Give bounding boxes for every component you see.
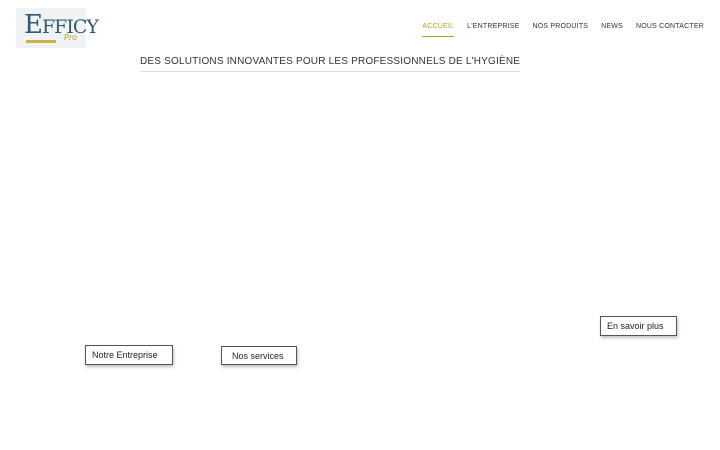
logo-bar [26, 40, 56, 43]
main-nav: ACCUEIL L'ENTREPRISE NOS PRODUITS NEWS N… [422, 23, 704, 37]
logo-sub: Pro [64, 33, 78, 42]
page-tagline: DES SOLUTIONS INNOVANTES POUR LES PROFES… [140, 56, 521, 72]
page: EFFICY Pro ACCUEIL L'ENTREPRISE NOS PROD… [0, 0, 720, 450]
nos-services-label: Nos services [232, 350, 284, 361]
nav-item-contact[interactable]: NOUS CONTACTER [636, 23, 704, 37]
nav-item-produits[interactable]: NOS PRODUITS [532, 23, 588, 37]
nav-item-news[interactable]: NEWS [601, 23, 623, 37]
en-savoir-plus-button[interactable]: En savoir plus [600, 316, 677, 336]
logo[interactable]: EFFICY Pro [16, 8, 99, 48]
logo-letter-e: E [24, 10, 43, 40]
notre-entreprise-label: Notre Entreprise [92, 350, 158, 360]
notre-entreprise-button[interactable]: Notre Entreprise [85, 345, 173, 365]
nav-item-entreprise[interactable]: L'ENTREPRISE [467, 23, 519, 37]
en-savoir-plus-label: En savoir plus [607, 321, 664, 331]
nos-services-button[interactable]: Nos services [221, 346, 297, 365]
nav-item-accueil[interactable]: ACCUEIL [422, 23, 455, 37]
